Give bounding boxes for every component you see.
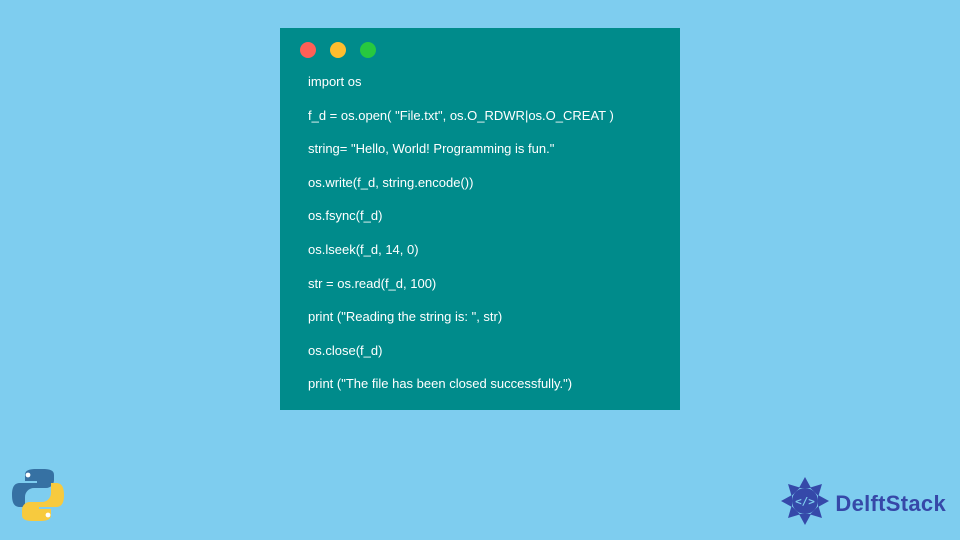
delftstack-label: DelftStack <box>835 491 946 517</box>
code-line: print ("Reading the string is: ", str) <box>308 309 660 325</box>
code-line: import os <box>308 74 660 90</box>
svg-text:</>: </> <box>795 495 815 508</box>
code-line: os.lseek(f_d, 14, 0) <box>308 242 660 258</box>
code-line: os.close(f_d) <box>308 343 660 359</box>
code-line: f_d = os.open( "File.txt", os.O_RDWR|os.… <box>308 108 660 124</box>
code-line: print ("The file has been closed success… <box>308 376 660 392</box>
delftstack-branding: </> DelftStack <box>779 475 946 532</box>
code-line: os.write(f_d, string.encode()) <box>308 175 660 191</box>
code-block: import os f_d = os.open( "File.txt", os.… <box>300 74 660 392</box>
minimize-icon <box>330 42 346 58</box>
code-line: string= "Hello, World! Programming is fu… <box>308 141 660 157</box>
code-line: str = os.read(f_d, 100) <box>308 276 660 292</box>
delftstack-logo-icon: </> <box>779 475 831 532</box>
code-line: os.fsync(f_d) <box>308 208 660 224</box>
python-logo-icon <box>6 463 70 532</box>
code-window: import os f_d = os.open( "File.txt", os.… <box>280 28 680 410</box>
maximize-icon <box>360 42 376 58</box>
close-icon <box>300 42 316 58</box>
window-traffic-lights <box>300 42 660 58</box>
